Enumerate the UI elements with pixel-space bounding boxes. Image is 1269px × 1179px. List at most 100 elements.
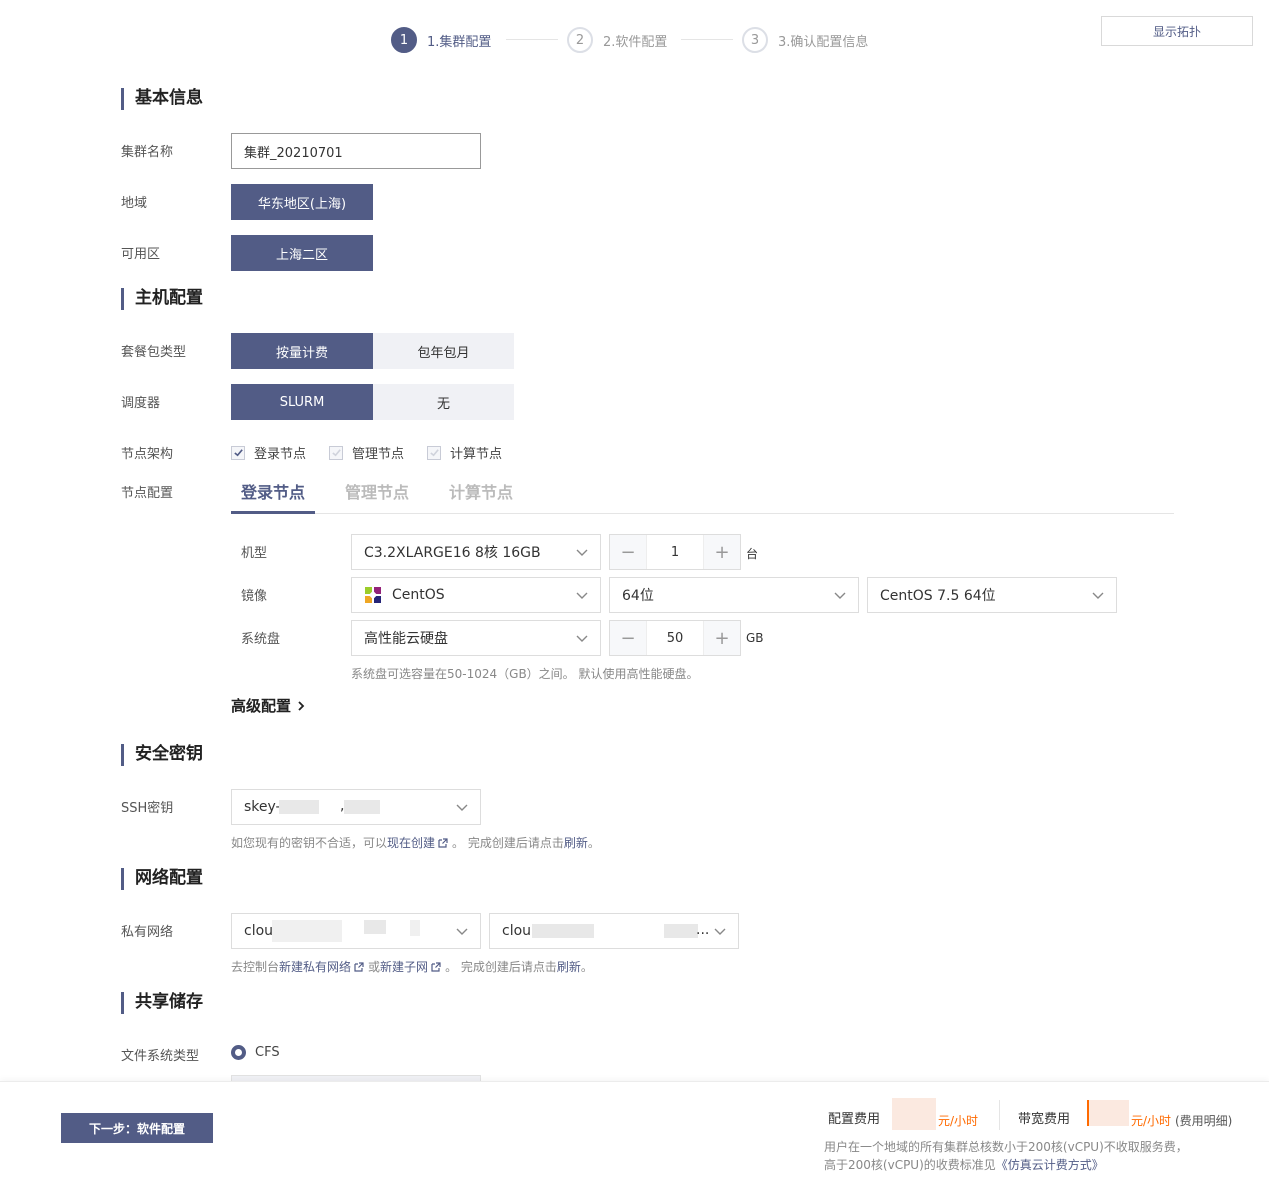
- centos-logo-icon: [365, 587, 381, 603]
- arch-login-label: 登录节点: [254, 447, 307, 462]
- ssh-hint-text-2: 。 完成创建后请点击: [452, 836, 564, 850]
- package-option-monthly[interactable]: 包年包月: [373, 333, 514, 369]
- fee-note-line1: 用户在一个地域的所有集群总核数小于200核(vCPU)不收取服务费，: [824, 1140, 1188, 1154]
- disk-unit: GB: [746, 631, 764, 645]
- step-2-number: 2: [567, 27, 593, 53]
- section-title-network: 网络配置: [121, 868, 203, 890]
- chevron-down-icon: [456, 804, 468, 811]
- ssh-key-value: skey-: [244, 799, 281, 815]
- image-version-select[interactable]: CentOS 7.5 64位: [867, 577, 1117, 613]
- disk-label: 系统盘: [241, 632, 281, 647]
- fee-note-line2: 高于200核(vCPU)的收费标准见《仿真云计费方式》: [824, 1156, 1104, 1173]
- arch-checkbox-compute[interactable]: 计算节点: [427, 443, 502, 462]
- external-link-icon: [438, 838, 448, 848]
- ssh-hint-end: 。: [587, 836, 600, 850]
- arch-checkbox-login[interactable]: 登录节点: [231, 443, 306, 462]
- count-value[interactable]: 1: [646, 535, 704, 569]
- count-unit: 台: [746, 547, 759, 561]
- minus-icon[interactable]: −: [610, 621, 646, 655]
- section-title-host: 主机配置: [121, 288, 203, 310]
- redacted-block: [1087, 1100, 1129, 1126]
- tab-login-node[interactable]: 登录节点: [241, 479, 305, 503]
- disk-size-stepper[interactable]: − 50 +: [609, 620, 741, 656]
- fs-type-radio-cfs[interactable]: CFS: [231, 1045, 280, 1060]
- fee-detail-link[interactable]: (费用明细): [1175, 1112, 1232, 1129]
- refresh-key-link[interactable]: 刷新: [564, 836, 588, 850]
- fee-note-line2-text: 高于200核(vCPU)的收费标准见: [824, 1158, 996, 1172]
- billing-method-link[interactable]: 《仿真云计费方式》: [996, 1158, 1104, 1172]
- config-fee-label: 配置费用: [828, 1112, 881, 1127]
- disk-size-value[interactable]: 50: [646, 621, 704, 655]
- plus-icon[interactable]: +: [704, 535, 740, 569]
- package-option-pay-as-you-go[interactable]: 按量计费: [231, 333, 373, 369]
- redacted-block: [344, 800, 380, 814]
- fs-type-label: 文件系统类型: [121, 1049, 200, 1064]
- show-topology-button[interactable]: 显示拓扑: [1101, 16, 1253, 46]
- model-select[interactable]: C3.2XLARGE16 8核 16GB: [351, 534, 601, 570]
- tab-manage-node[interactable]: 管理节点: [345, 479, 409, 503]
- cluster-name-input[interactable]: 集群_20210701: [231, 133, 481, 169]
- step-3-number: 3: [742, 27, 768, 53]
- image-os-select[interactable]: CentOS: [351, 577, 601, 613]
- region-option-shanghai[interactable]: 华东地区(上海): [231, 184, 373, 220]
- subnet-value: clou: [502, 923, 532, 939]
- image-label: 镜像: [241, 589, 268, 604]
- external-link-icon: [354, 962, 364, 972]
- create-subnet-link[interactable]: 新建子网: [380, 960, 428, 974]
- chevron-down-icon: [834, 592, 846, 599]
- scheduler-label: 调度器: [121, 396, 161, 411]
- step-2[interactable]: 2 2.软件配置: [567, 27, 667, 53]
- redacted-block: [664, 924, 698, 938]
- step-3-label: 3.确认配置信息: [778, 34, 869, 50]
- chevron-down-icon: [456, 928, 468, 935]
- network-hint-text: 去控制台: [231, 960, 280, 974]
- create-key-link[interactable]: 现在创建: [387, 836, 435, 850]
- image-bits-select[interactable]: 64位: [609, 577, 859, 613]
- refresh-network-link[interactable]: 刷新: [557, 960, 581, 974]
- image-version-value: CentOS 7.5 64位: [880, 588, 996, 604]
- ssh-key-select[interactable]: skey- ,: [231, 789, 481, 825]
- disk-hint: 系统盘可选容量在50-1024（GB）之间。 默认使用高性能硬盘。: [351, 667, 699, 681]
- tab-compute-node[interactable]: 计算节点: [449, 479, 513, 503]
- plus-icon[interactable]: +: [704, 621, 740, 655]
- footer-bar: 下一步：软件配置 配置费用 元/小时 带宽费用 元/小时 (费用明细) 用户在一…: [0, 1081, 1269, 1179]
- advanced-config-toggle[interactable]: 高级配置: [231, 695, 306, 716]
- subnet-select[interactable]: clou ...: [489, 913, 739, 949]
- zone-option-shanghai-2[interactable]: 上海二区: [231, 235, 373, 271]
- arch-checkbox-manage[interactable]: 管理节点: [329, 443, 404, 462]
- node-config-label: 节点配置: [121, 486, 174, 501]
- network-hint-text-2: 。 完成创建后请点击: [445, 960, 557, 974]
- vpc-value: clou: [244, 923, 274, 939]
- chevron-down-icon: [714, 928, 726, 935]
- bandwidth-fee-label: 带宽费用: [1018, 1112, 1071, 1127]
- step-2-label: 2.软件配置: [603, 34, 668, 50]
- model-label: 机型: [241, 546, 268, 561]
- package-type-label: 套餐包类型: [121, 345, 187, 360]
- step-1[interactable]: 1 1.集群配置: [391, 27, 491, 53]
- disk-type-select[interactable]: 高性能云硬盘: [351, 620, 601, 656]
- count-stepper[interactable]: − 1 +: [609, 534, 741, 570]
- minus-icon[interactable]: −: [610, 535, 646, 569]
- next-step-button[interactable]: 下一步：软件配置: [61, 1113, 213, 1143]
- image-bits-value: 64位: [622, 588, 654, 604]
- scheduler-option-none[interactable]: 无: [373, 384, 514, 420]
- scheduler-option-slurm[interactable]: SLURM: [231, 384, 373, 420]
- region-label: 地域: [121, 196, 148, 211]
- subnet-value-tail: ...: [696, 922, 710, 938]
- advanced-config-label: 高级配置: [231, 697, 292, 715]
- step-connector: [681, 39, 733, 40]
- chevron-down-icon: [1092, 592, 1104, 599]
- network-hint-or: 或: [368, 960, 381, 974]
- checkbox-disabled-icon: [427, 445, 441, 460]
- redacted-block: [892, 1098, 936, 1130]
- step-3[interactable]: 3 3.确认配置信息: [742, 27, 868, 53]
- disk-type-value: 高性能云硬盘: [364, 631, 448, 647]
- vpc-select[interactable]: clou: [231, 913, 481, 949]
- chevron-down-icon: [576, 635, 588, 642]
- ssh-key-hint: 如您现有的密钥不合适，可以现在创建 。 完成创建后请点击刷新。: [231, 834, 600, 851]
- create-vpc-link[interactable]: 新建私有网络: [279, 960, 351, 974]
- section-title-basic: 基本信息: [121, 88, 203, 110]
- ssh-hint-text: 如您现有的密钥不合适，可以: [231, 836, 388, 850]
- ssh-key-label: SSH密钥: [121, 801, 174, 816]
- network-hint-end: 。: [580, 960, 593, 974]
